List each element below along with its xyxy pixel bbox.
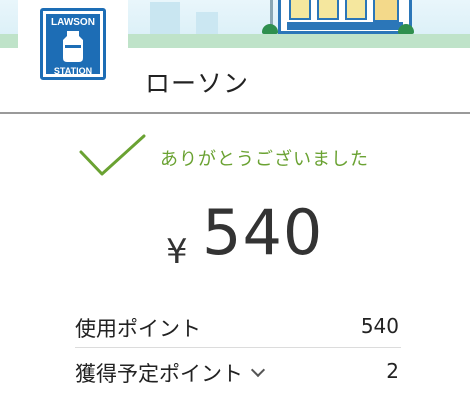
used-points-row: 使用ポイント 540 xyxy=(75,305,401,345)
used-points-label: 使用ポイント xyxy=(75,317,201,341)
lawson-station-logo: LAWSON STATION xyxy=(40,8,106,80)
background-building xyxy=(150,2,180,38)
earned-points-row[interactable]: 獲得予定ポイント 2 xyxy=(75,350,401,390)
amount-value: 540 xyxy=(202,196,324,269)
chevron-down-icon[interactable] xyxy=(250,362,266,378)
earned-points-label[interactable]: 獲得予定ポイント xyxy=(75,358,266,388)
logo-text-bottom: STATION xyxy=(54,66,92,76)
store-door xyxy=(373,0,399,22)
earned-points-label-text: 獲得予定ポイント xyxy=(75,362,243,386)
logo-text-top: LAWSON xyxy=(51,17,95,28)
store-front-illustration xyxy=(278,0,412,34)
store-logo-card: LAWSON STATION xyxy=(18,0,128,96)
store-name: ローソン xyxy=(145,69,250,98)
header-divider xyxy=(0,112,470,114)
store-window xyxy=(289,0,311,20)
earned-points-value: 2 xyxy=(386,359,399,383)
payment-amount: ¥ 540 xyxy=(0,196,470,276)
row-divider xyxy=(75,347,401,348)
thank-you-message: ありがとうございました xyxy=(160,149,369,170)
plant xyxy=(398,24,414,34)
plant xyxy=(262,24,278,34)
store-window xyxy=(317,0,339,20)
used-points-value: 540 xyxy=(360,314,399,338)
store-sign xyxy=(287,22,403,30)
payment-complete-screen: LAWSON STATION ローソン ありがとうございました ¥ 540 使用… xyxy=(0,0,470,400)
currency-symbol: ¥ xyxy=(166,232,188,272)
store-window xyxy=(345,0,367,20)
checkmark-icon xyxy=(79,134,146,176)
